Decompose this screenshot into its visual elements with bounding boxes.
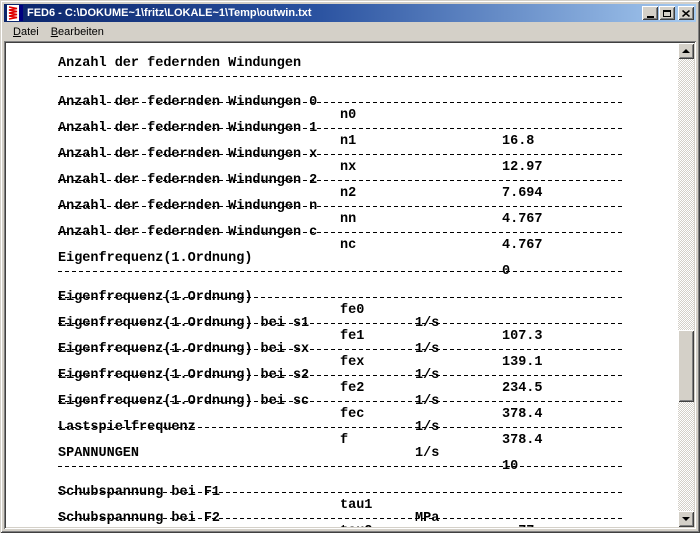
separator-line (58, 148, 678, 161)
section-body: Schubspannung bei F1 tau1 MPa 77 Schubsp… (58, 473, 678, 525)
separator-line (58, 512, 678, 525)
table-row: Eigenfrequenz(1.Ordnung) bei sx fex 1/s … (58, 330, 678, 343)
menu-datei-accel: D (13, 26, 21, 38)
separator-line (58, 200, 678, 213)
separator-line (58, 421, 678, 434)
table-row: Anzahl der federnden Windungen n nn 4.76… (58, 187, 678, 200)
titlebar[interactable]: FED6 - C:\DOKUME~1\fritz\LOKALE~1\Temp\o… (4, 4, 696, 22)
table-row: Schubspannung bei F2 tau2 MPa 493 (58, 499, 678, 512)
table-row: Anzahl der federnden Windungen 0 n0 16.8 (58, 83, 678, 96)
separator-line (58, 291, 678, 304)
separator-line (58, 96, 678, 109)
table-row: Anzahl der federnden Windungen 1 n1 12.9… (58, 109, 678, 122)
arrow-down-icon (682, 517, 690, 521)
app-spring-icon (7, 5, 23, 21)
vertical-scrollbar[interactable] (678, 43, 694, 527)
separator-line (58, 265, 678, 278)
close-button[interactable] (678, 6, 694, 20)
table-row: Anzahl der federnden Windungen c nc 0 (58, 213, 678, 226)
app-window: FED6 - C:\DOKUME~1\fritz\LOKALE~1\Temp\o… (0, 0, 700, 533)
close-icon (682, 10, 690, 17)
separator-line (58, 343, 678, 356)
table-row: Eigenfrequenz(1.Ordnung) fe0 1/s 107.3 (58, 278, 678, 291)
scrollbar-thumb[interactable] (678, 330, 694, 402)
separator-line (58, 460, 678, 473)
separator-line (58, 122, 678, 135)
separator-line (58, 369, 678, 382)
table-row: Schubspannung bei F1 tau1 MPa 77 (58, 473, 678, 486)
maximize-icon (663, 10, 671, 17)
window-title: FED6 - C:\DOKUME~1\fritz\LOKALE~1\Temp\o… (27, 7, 642, 19)
menubar: Datei Bearbeiten (4, 22, 696, 41)
section-header: Anzahl der federnden Windungen (58, 57, 678, 70)
window-controls (642, 6, 694, 20)
table-row: Eigenfrequenz(1.Ordnung) bei s1 fe1 1/s … (58, 304, 678, 317)
separator-line (58, 395, 678, 408)
table-row: Anzahl der federnden Windungen 2 n2 4.76… (58, 161, 678, 174)
section-header: Eigenfrequenz(1.Ordnung) (58, 252, 678, 265)
minimize-button[interactable] (642, 6, 658, 20)
section-body: Anzahl der federnden Windungen 0 n0 16.8… (58, 83, 678, 239)
separator-line (58, 317, 678, 330)
section-body: Eigenfrequenz(1.Ordnung) fe0 1/s 107.3 E… (58, 278, 678, 434)
minimize-icon (647, 16, 654, 18)
menu-bearbeiten-accel: B (51, 26, 58, 38)
blank-line (58, 525, 678, 527)
menu-datei-rest: atei (21, 26, 39, 38)
section-header: SPANNUNGEN (58, 447, 678, 460)
text-document[interactable]: Anzahl der federnden Windungen Anzahl de… (6, 43, 678, 527)
separator-line (58, 174, 678, 187)
blank-line (58, 434, 678, 447)
table-row: Eigenfrequenz(1.Ordnung) bei s2 fe2 1/s … (58, 356, 678, 369)
menu-datei[interactable]: Datei (7, 24, 45, 40)
maximize-button[interactable] (659, 6, 675, 20)
separator-line (58, 486, 678, 499)
separator-line (58, 70, 678, 83)
content-area: Anzahl der federnden Windungen Anzahl de… (4, 41, 696, 529)
scroll-down-button[interactable] (678, 511, 694, 527)
arrow-up-icon (682, 49, 690, 53)
menu-bearbeiten[interactable]: Bearbeiten (45, 24, 110, 40)
menu-bearbeiten-rest: earbeiten (58, 26, 104, 38)
table-row: Eigenfrequenz(1.Ordnung) bei sc fec 1/s … (58, 382, 678, 395)
scroll-up-button[interactable] (678, 43, 694, 59)
table-row: Lastspielfrequenz f 1/s 10 (58, 408, 678, 421)
separator-line (58, 226, 678, 239)
table-row: Anzahl der federnden Windungen x nx 7.69… (58, 135, 678, 148)
